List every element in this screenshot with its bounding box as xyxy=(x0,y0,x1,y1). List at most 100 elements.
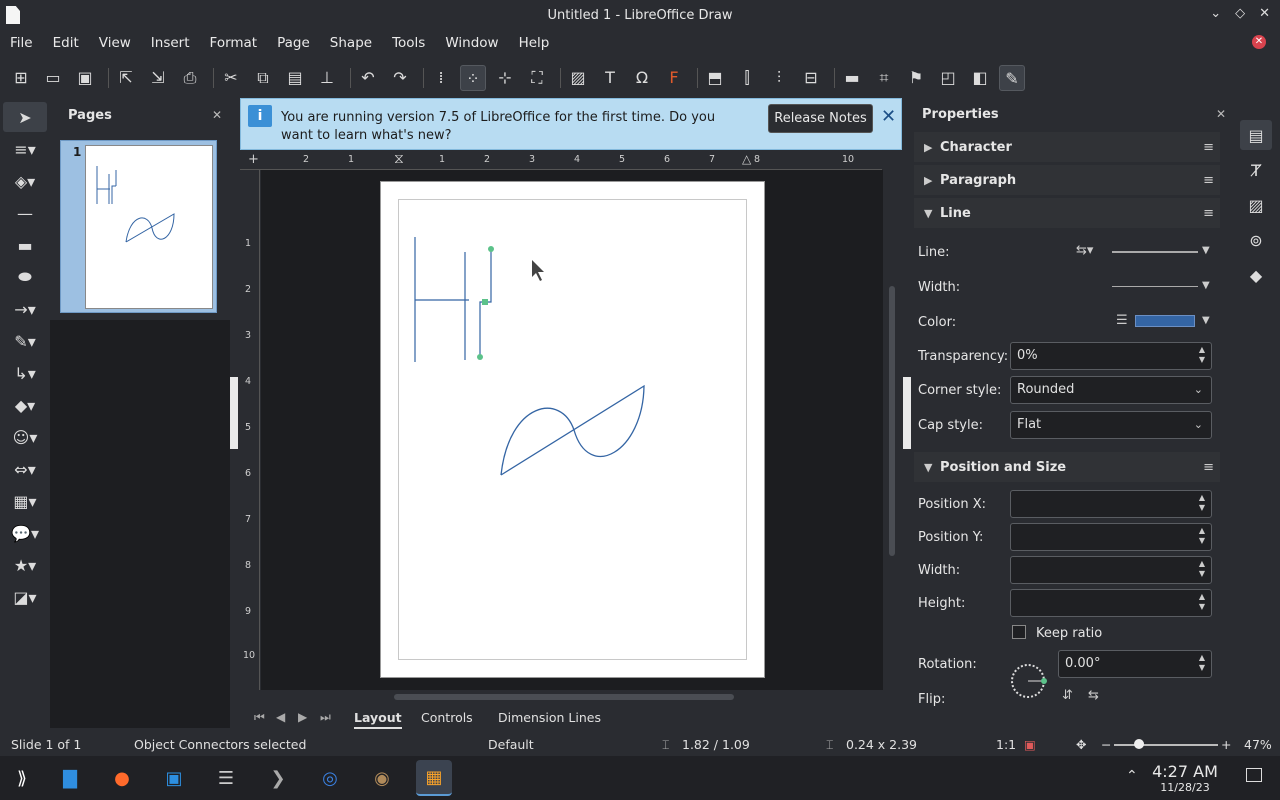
clock[interactable]: 4:27 AM 11/28/23 xyxy=(1150,762,1220,794)
spin-icon[interactable]: ▲ ▼ xyxy=(1199,592,1205,612)
menu-page[interactable]: Page xyxy=(277,35,310,51)
vertical-scrollbar[interactable] xyxy=(888,156,896,696)
vertical-ruler[interactable]: 1 2 3 4 5 6 7 8 9 10 xyxy=(240,170,260,690)
terminal-icon[interactable]: ❯ xyxy=(260,760,296,796)
height-field[interactable]: ▲ ▼ xyxy=(1010,589,1212,617)
sidebar-toggle[interactable] xyxy=(903,377,911,449)
open-icon[interactable]: ▭ xyxy=(40,65,66,91)
close-window-icon[interactable]: ✕ xyxy=(1259,6,1270,21)
libreoffice-draw-icon[interactable]: ▦ xyxy=(416,760,452,796)
connectors-icon[interactable]: ↳▾ xyxy=(3,358,47,388)
connector-handle[interactable] xyxy=(488,246,494,252)
curve-shape[interactable] xyxy=(500,384,645,476)
select-arrow-icon[interactable]: ➤ xyxy=(3,102,47,132)
line-color-icon[interactable]: ≡▾ xyxy=(3,134,47,164)
zoom-out-icon[interactable]: − xyxy=(1101,737,1111,752)
connector-handle[interactable] xyxy=(482,299,488,305)
save-icon[interactable]: ▣ xyxy=(72,65,98,91)
helplines-icon[interactable]: ⊹ xyxy=(492,65,518,91)
section-menu-icon[interactable]: ≡ xyxy=(1203,460,1214,475)
zoom-slider-knob[interactable] xyxy=(1134,739,1144,749)
stars-icon[interactable]: ★▾ xyxy=(3,550,47,580)
software-store-icon[interactable]: ▣ xyxy=(156,760,192,796)
app-launcher-icon[interactable]: ⟫ xyxy=(4,760,40,796)
undo-icon[interactable]: ↶ xyxy=(355,65,381,91)
shapes-deck-icon[interactable]: ◆ xyxy=(1240,260,1272,290)
prev-tab-icon[interactable]: ◀ xyxy=(276,710,285,724)
clone-formatting-icon[interactable]: ⊥ xyxy=(314,65,340,91)
settings-icon[interactable]: ☰ xyxy=(208,760,244,796)
fontwork-icon[interactable]: F xyxy=(661,65,687,91)
section-character[interactable]: ▶ Character ≡ xyxy=(914,132,1220,162)
spin-icon[interactable]: ▲ ▼ xyxy=(1199,559,1205,579)
flip-horizontal-icon[interactable]: ⇆ xyxy=(1088,688,1099,703)
shadow-icon[interactable]: ▬ xyxy=(839,65,865,91)
drawing-page[interactable] xyxy=(380,181,765,678)
arrow-style-icon[interactable]: ⇆▾ xyxy=(1076,243,1093,258)
line-style-brush-icon[interactable]: ✎ xyxy=(999,65,1025,91)
section-menu-icon[interactable]: ≡ xyxy=(1203,140,1214,155)
rotation-dial-icon[interactable] xyxy=(1007,660,1049,702)
flowchart-icon[interactable]: ▦▾ xyxy=(3,486,47,516)
color-picker-icon[interactable]: ☰ xyxy=(1116,313,1128,328)
zoom-pan-icon[interactable]: ⛶ xyxy=(524,65,550,91)
minimize-icon[interactable]: ⌄ xyxy=(1210,6,1221,21)
section-position-size[interactable]: ▼ Position and Size ≡ xyxy=(914,452,1220,482)
firefox-icon[interactable]: ● xyxy=(104,760,140,796)
spin-icon[interactable]: ▲ ▼ xyxy=(1199,345,1205,365)
fit-page-icon[interactable]: ✥ xyxy=(1076,737,1086,752)
paste-icon[interactable]: ▤ xyxy=(282,65,308,91)
filter-icon[interactable]: ⚑ xyxy=(903,65,929,91)
lines-arrows-icon[interactable]: →▾ xyxy=(3,294,47,324)
chevron-down-icon[interactable]: ▼ xyxy=(1202,280,1210,291)
chevron-down-icon[interactable]: ▼ xyxy=(1202,315,1210,326)
menu-view[interactable]: View xyxy=(99,35,131,51)
chevron-down-icon[interactable]: ▼ xyxy=(1202,245,1210,256)
show-desktop-icon[interactable] xyxy=(1246,768,1262,782)
drawing-canvas[interactable] xyxy=(261,170,883,690)
zoom-slider[interactable] xyxy=(1114,744,1218,746)
rotation-field[interactable]: 0.00° ▲ ▼ xyxy=(1058,650,1212,678)
connector-handle[interactable] xyxy=(477,354,483,360)
last-tab-icon[interactable]: ⏭ xyxy=(320,710,331,725)
next-tab-icon[interactable]: ▶ xyxy=(298,710,307,724)
crop-icon[interactable]: ⌗ xyxy=(871,65,897,91)
properties-deck-icon[interactable]: ▤ xyxy=(1240,120,1272,150)
horizontal-scroll-thumb[interactable] xyxy=(394,694,734,700)
width-field[interactable]: ▲ ▼ xyxy=(1010,556,1212,584)
layout-status[interactable]: Default xyxy=(488,737,534,752)
menu-tools[interactable]: Tools xyxy=(392,35,425,51)
ruler-indent-marker-icon[interactable]: ⧖ xyxy=(394,151,404,167)
tab-dimension-lines[interactable]: Dimension Lines xyxy=(498,710,601,725)
position-x-field[interactable]: ▲ ▼ xyxy=(1010,490,1212,518)
print-icon[interactable]: ⎙ xyxy=(177,65,203,91)
navigator-deck-icon[interactable]: ⊚ xyxy=(1240,225,1272,255)
menu-file[interactable]: File xyxy=(10,35,33,51)
horizontal-scrollbar[interactable] xyxy=(244,693,880,701)
line-style-preview[interactable] xyxy=(1112,251,1198,253)
gimp-icon[interactable]: ◉ xyxy=(364,760,400,796)
basic-shapes-icon[interactable]: ◆▾ xyxy=(3,390,47,420)
curves-icon[interactable]: ✎▾ xyxy=(3,326,47,356)
spin-icon[interactable]: ▲ ▼ xyxy=(1199,526,1205,546)
transformations-icon[interactable]: ⬒ xyxy=(702,65,728,91)
ruler-right-marker-icon[interactable]: △ xyxy=(742,152,751,166)
extrusion-icon[interactable]: ◧ xyxy=(967,65,993,91)
menu-shape[interactable]: Shape xyxy=(330,35,372,51)
chromium-icon[interactable]: ◎ xyxy=(312,760,348,796)
tab-controls[interactable]: Controls xyxy=(421,710,473,725)
keep-ratio-checkbox[interactable] xyxy=(1012,625,1026,639)
insert-textbox-icon[interactable]: T xyxy=(597,65,623,91)
line-tool-icon[interactable]: — xyxy=(3,198,47,228)
arrange-icon[interactable]: ⫶ xyxy=(766,65,792,91)
block-arrows-icon[interactable]: ⇔▾ xyxy=(3,454,47,484)
symbol-shapes-icon[interactable]: ☺▾ xyxy=(3,422,47,452)
cut-icon[interactable]: ✂ xyxy=(218,65,244,91)
distribute-icon[interactable]: ⊟ xyxy=(798,65,824,91)
fill-color-icon[interactable]: ◈▾ xyxy=(3,166,47,196)
transparency-field[interactable]: 0% ▲ ▼ xyxy=(1010,342,1212,370)
close-document-icon[interactable]: ✕ xyxy=(1252,35,1266,49)
position-y-field[interactable]: ▲ ▼ xyxy=(1010,523,1212,551)
insert-special-character-icon[interactable]: Ω xyxy=(629,65,655,91)
copy-icon[interactable]: ⧉ xyxy=(250,65,276,91)
